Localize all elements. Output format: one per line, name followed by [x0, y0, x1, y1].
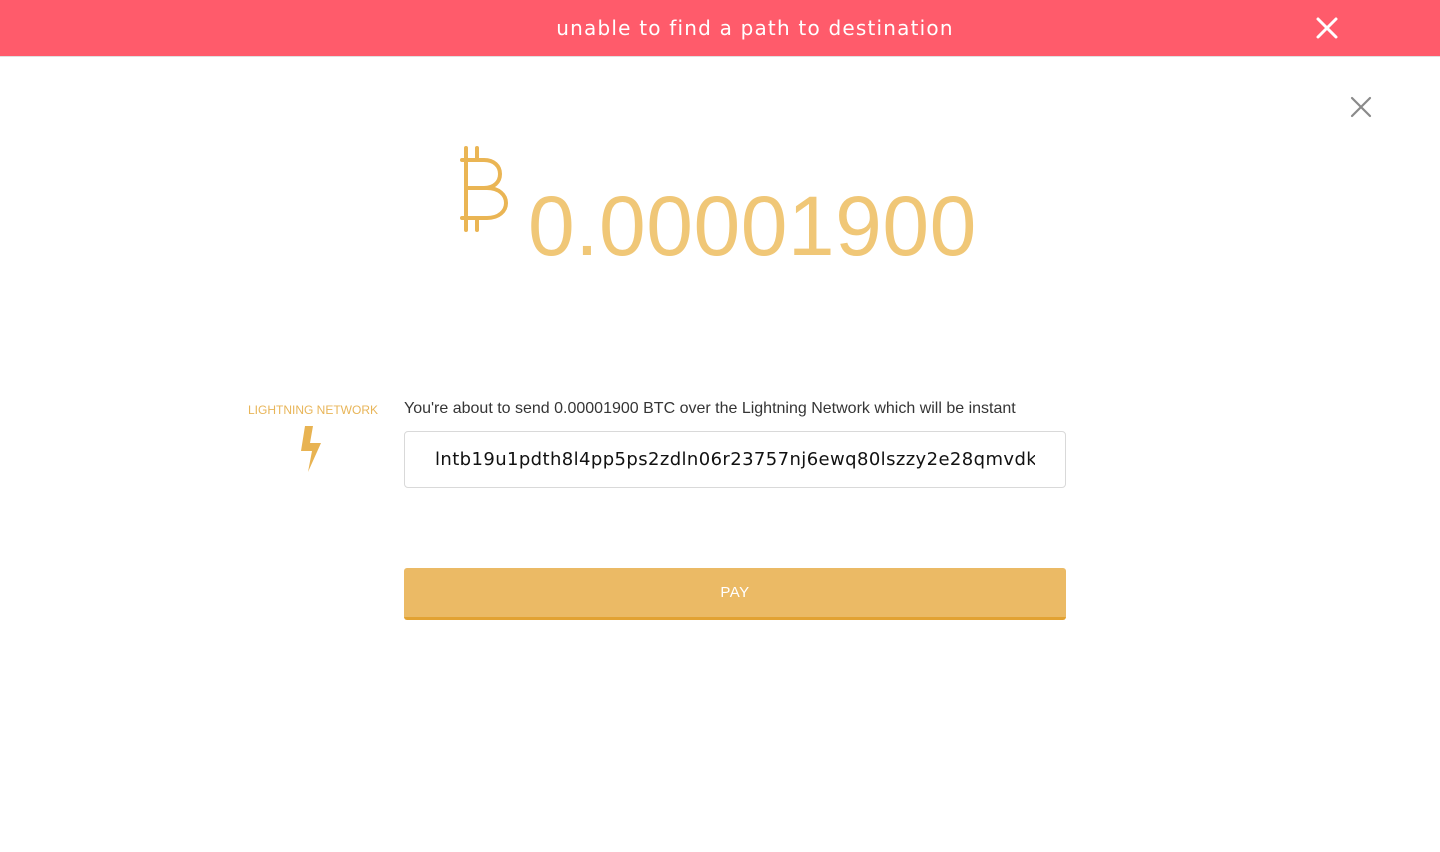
- bitcoin-icon: [454, 144, 518, 236]
- lightning-bolt-icon: [298, 424, 326, 474]
- amount-value: 0.00001900: [528, 179, 977, 273]
- error-message: unable to find a path to destination: [556, 16, 954, 40]
- modal-close-icon[interactable]: [1349, 95, 1373, 119]
- network-label: LIGHTNING NETWORK: [247, 403, 378, 417]
- invoice-input[interactable]: [404, 431, 1066, 488]
- error-banner: unable to find a path to destination: [0, 0, 1440, 57]
- banner-close-icon[interactable]: [1313, 14, 1341, 42]
- pay-button[interactable]: PAY: [404, 568, 1066, 620]
- payment-description: You're about to send 0.00001900 BTC over…: [404, 400, 1016, 417]
